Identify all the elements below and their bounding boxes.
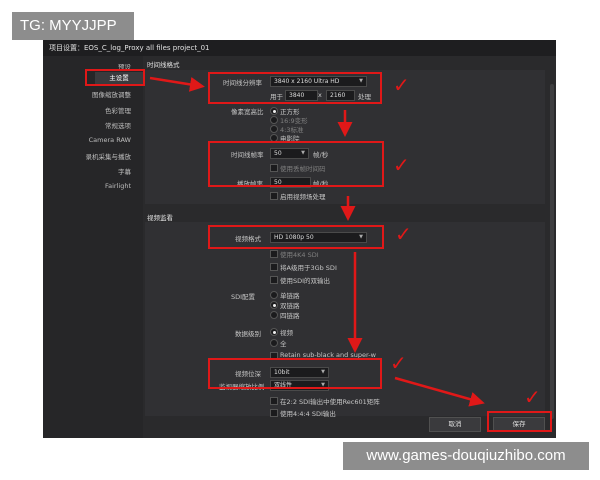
aspect-label: 像素宽高比 (231, 108, 264, 116)
rec601-label: 在2:2 SDI输出中使用Rec601矩阵 (280, 398, 380, 406)
checkmark-icon: ✓ (395, 222, 412, 246)
data-video-label: 视频 (280, 329, 293, 337)
aspect-43-radio[interactable] (270, 125, 278, 133)
checkmark-icon: ✓ (390, 351, 407, 375)
sidebar-item-capture-playback[interactable]: 录机采集与播放 (86, 151, 132, 161)
sidebar-item-fairlight[interactable]: Fairlight (105, 182, 131, 190)
sdi-dual-radio[interactable] (270, 301, 278, 309)
annotation-box-master-settings (85, 69, 145, 86)
sidebar-item-general-options[interactable]: 常规选项 (105, 120, 131, 130)
watermark-top: TG: MYYJJPP (12, 12, 134, 40)
sidebar-item-image-scaling[interactable]: 图像缩放调整 (92, 89, 131, 99)
settings-sidebar: 预设 主设置 图像缩放调整 色彩管理 常规选项 Camera RAW 录机采集与… (43, 56, 143, 438)
annotation-box-bitdepth (208, 358, 382, 389)
annotation-box-save (487, 411, 552, 432)
window-title: 项目设置：EOS_C_log_Proxy all files project_0… (43, 40, 556, 56)
rec601-checkbox[interactable] (270, 397, 278, 405)
annotation-box-video-format (208, 225, 384, 249)
watermark-bottom: www.games-douqiuzhibo.com (343, 442, 589, 470)
section-video-monitoring: 视频监看 (147, 214, 173, 222)
data-level-label: 数据级别 (235, 330, 261, 338)
sdi-quad-label: 四链路 (280, 312, 300, 320)
section-timeline-format: 时间线格式 (147, 61, 180, 69)
sidebar-item-camera-raw[interactable]: Camera RAW (89, 136, 131, 144)
checkmark-icon: ✓ (393, 153, 410, 177)
aspect-169-radio[interactable] (270, 116, 278, 124)
data-full-label: 全 (280, 340, 287, 348)
use-4k-checkbox[interactable] (270, 250, 278, 258)
sdi-config-label: SDI配置 (231, 293, 256, 301)
level-a-label: 将A级用于3Gb SDI (280, 264, 337, 272)
extra-output-label: 使用4:4:4 SDI输出 (280, 410, 336, 418)
dual-output-checkbox[interactable] (270, 276, 278, 284)
interlace-label: 启用视频场处理 (280, 193, 326, 201)
settings-scrollbar[interactable] (550, 84, 554, 419)
use-4k-label: 使用4K4 SDI (280, 251, 319, 259)
data-video-radio[interactable] (270, 328, 278, 336)
annotation-box-resolution (208, 72, 382, 104)
dual-output-label: 使用SDI的双输出 (280, 277, 331, 285)
sidebar-item-subtitles[interactable]: 字幕 (118, 166, 131, 176)
annotation-box-framerate (208, 141, 384, 187)
sdi-dual-label: 双链路 (280, 302, 300, 310)
checkmark-icon: ✓ (524, 385, 541, 409)
sdi-single-label: 单链路 (280, 292, 300, 300)
sdi-single-radio[interactable] (270, 291, 278, 299)
extra-output-checkbox[interactable] (270, 409, 278, 417)
sidebar-item-color-management[interactable]: 色彩管理 (105, 105, 131, 115)
interlace-checkbox[interactable] (270, 192, 278, 200)
sdi-quad-radio[interactable] (270, 311, 278, 319)
data-full-radio[interactable] (270, 339, 278, 347)
level-a-checkbox[interactable] (270, 263, 278, 271)
aspect-square-radio[interactable] (270, 107, 278, 115)
checkmark-icon: ✓ (393, 73, 410, 97)
cancel-button[interactable]: 取消 (429, 417, 481, 432)
